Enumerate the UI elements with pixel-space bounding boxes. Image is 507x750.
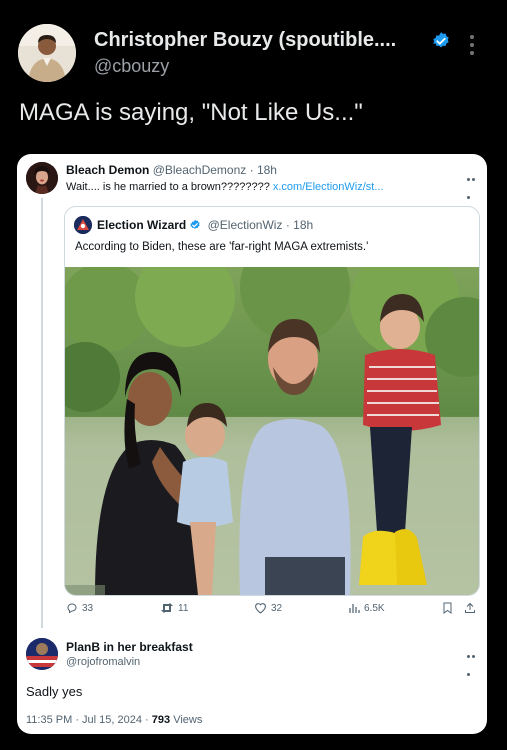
more-options-icon[interactable] bbox=[469, 35, 475, 57]
quoted-tweet-text: According to Biden, these are 'far-right… bbox=[75, 241, 369, 253]
author-avatar[interactable] bbox=[18, 24, 76, 82]
engagement-bar: 33 11 32 6.5K bbox=[64, 602, 478, 618]
election-wizard-name[interactable]: Election Wizard bbox=[97, 218, 186, 232]
embedded-tweet-image: Bleach Demon @BleachDemonz · 18h Wait...… bbox=[17, 154, 487, 734]
bleach-demon-avatar[interactable] bbox=[26, 162, 58, 194]
reply-count: 33 bbox=[82, 602, 94, 614]
bleach-demon-name[interactable]: Bleach Demon bbox=[66, 163, 149, 177]
share-icon bbox=[465, 602, 475, 613]
planb-avatar[interactable] bbox=[26, 638, 58, 670]
share-action[interactable] bbox=[464, 602, 476, 614]
repost-count: 11 bbox=[178, 602, 189, 614]
views-label: Views bbox=[173, 714, 203, 726]
quoted-link[interactable]: x.com/ElectionWiz/st... bbox=[273, 181, 384, 193]
verified-badge-icon bbox=[189, 219, 201, 231]
quoted-tweet[interactable]: Election Wizard @ElectionWiz · 18h Accor… bbox=[64, 206, 480, 596]
views-action[interactable]: 6.5K bbox=[348, 602, 385, 614]
reply-action[interactable]: 33 bbox=[66, 602, 93, 614]
more-options-icon[interactable] bbox=[467, 645, 481, 676]
family-photo[interactable] bbox=[65, 232, 479, 595]
bleach-demon-time: · 18h bbox=[249, 163, 277, 177]
author-name[interactable]: Christopher Bouzy (spoutible.... bbox=[94, 29, 396, 52]
planb-name[interactable]: PlanB in her breakfast bbox=[66, 640, 193, 654]
bookmark-icon bbox=[443, 602, 452, 614]
bookmark-action[interactable] bbox=[442, 602, 453, 614]
election-wizard-header: Election Wizard @ElectionWiz · 18h bbox=[97, 218, 313, 232]
views-count: 6.5K bbox=[364, 602, 385, 614]
more-options-icon[interactable] bbox=[467, 168, 481, 199]
thread-line bbox=[41, 198, 43, 628]
verified-badge-icon bbox=[431, 31, 451, 51]
bleach-demon-header: Bleach Demon @BleachDemonz · 18h bbox=[66, 163, 277, 177]
heart-icon bbox=[255, 603, 266, 614]
author-handle[interactable]: @cbouzy bbox=[94, 56, 169, 77]
views-icon bbox=[349, 604, 360, 613]
repost-icon bbox=[161, 603, 173, 613]
bleach-demon-text: Wait.... is he married to a brown???????… bbox=[66, 181, 384, 193]
planb-handle[interactable]: @rojofromalvin bbox=[66, 656, 140, 668]
tweet-text: MAGA is saying, "Not Like Us..." bbox=[19, 99, 363, 126]
election-wizard-avatar[interactable] bbox=[74, 216, 92, 234]
views-total: 793 bbox=[151, 714, 171, 726]
like-action[interactable]: 32 bbox=[254, 602, 282, 614]
election-wizard-time: · 18h bbox=[285, 218, 314, 232]
timestamp[interactable]: 11:35 PM · Jul 15, 2024 · bbox=[26, 714, 149, 726]
election-wizard-handle[interactable]: @ElectionWiz bbox=[208, 218, 283, 232]
like-count: 32 bbox=[271, 602, 283, 614]
tweet-footer: 11:35 PM · Jul 15, 2024 · 793 Views bbox=[26, 714, 202, 726]
reply-text: Wait.... is he married to a brown???????… bbox=[66, 181, 270, 193]
planb-text: Sadly yes bbox=[26, 684, 83, 699]
reply-icon bbox=[67, 603, 77, 614]
bleach-demon-handle[interactable]: @BleachDemonz bbox=[153, 163, 247, 177]
repost-action[interactable]: 11 bbox=[160, 602, 188, 614]
